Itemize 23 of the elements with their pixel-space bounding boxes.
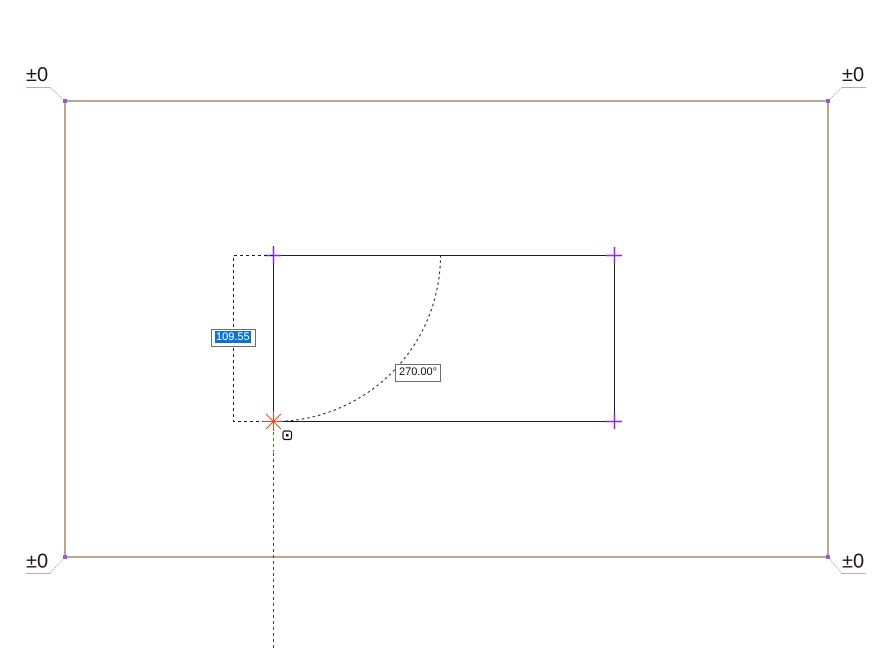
grip-cross[interactable] — [606, 413, 622, 429]
vertex-marker[interactable] — [826, 99, 830, 103]
angle-input[interactable]: 270.00° — [395, 364, 441, 382]
label-underline — [26, 87, 50, 88]
leader-line — [828, 556, 842, 574]
elevation-label: ±0 — [842, 550, 864, 572]
length-input[interactable]: 109.55 — [211, 329, 256, 347]
grip-cross[interactable] — [265, 247, 281, 263]
grip-cross[interactable] — [606, 247, 622, 263]
label-underline — [26, 573, 50, 574]
snap-marker-icon — [282, 430, 292, 440]
leader-line — [828, 87, 842, 102]
elevation-label: ±0 — [26, 64, 48, 86]
crosshair-cursor — [262, 410, 284, 432]
leader-line — [50, 87, 66, 102]
vertex-marker[interactable] — [63, 99, 67, 103]
leader-line — [50, 556, 66, 574]
elevation-label: ±0 — [842, 64, 864, 86]
elevation-label: ±0 — [26, 550, 48, 572]
label-underline — [842, 573, 866, 574]
label-underline — [842, 87, 866, 88]
vertex-marker[interactable] — [63, 555, 67, 559]
vertex-marker[interactable] — [826, 555, 830, 559]
